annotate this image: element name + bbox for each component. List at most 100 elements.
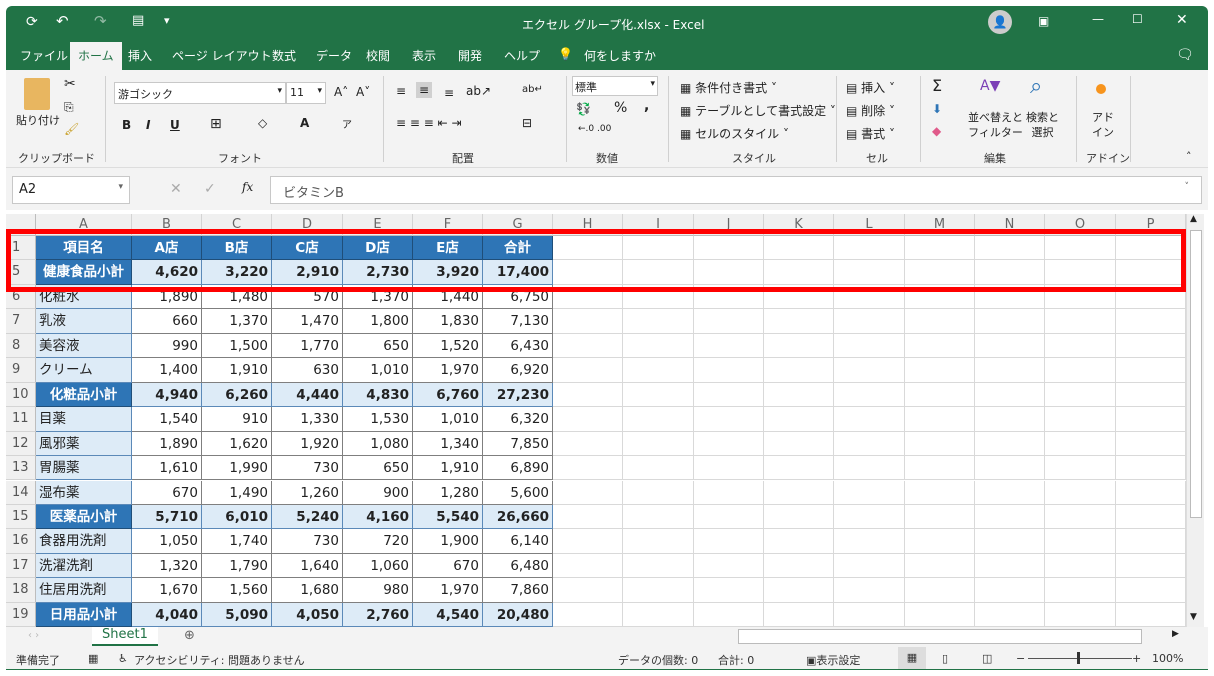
- empty-cell[interactable]: [1116, 382, 1186, 408]
- zoom-slider-thumb[interactable]: [1077, 652, 1080, 664]
- data-cell[interactable]: 1,970: [413, 578, 483, 603]
- empty-cell[interactable]: [553, 602, 623, 627]
- empty-cell[interactable]: [905, 309, 975, 334]
- normal-view-icon[interactable]: ▦: [898, 647, 926, 669]
- number-format-select[interactable]: 標準 ▾: [572, 76, 658, 96]
- empty-cell[interactable]: [623, 480, 694, 505]
- data-cell[interactable]: 1,500: [202, 333, 272, 359]
- data-cell[interactable]: 660: [132, 309, 202, 334]
- data-cell[interactable]: 1,370: [202, 309, 272, 334]
- sheet-tab-sheet1[interactable]: Sheet1: [92, 627, 158, 646]
- empty-cell[interactable]: [834, 553, 905, 579]
- empty-cell[interactable]: [975, 480, 1045, 505]
- accessibility-status[interactable]: アクセシビリティ: 問題ありません: [134, 652, 305, 668]
- empty-cell[interactable]: [975, 578, 1045, 603]
- percent-icon[interactable]: %: [614, 100, 627, 116]
- tab-formulas[interactable]: 数式: [272, 47, 296, 64]
- row-header[interactable]: 9: [6, 358, 36, 383]
- tab-developer[interactable]: 開発: [458, 47, 482, 64]
- empty-cell[interactable]: [975, 309, 1045, 334]
- row-header[interactable]: 15: [6, 504, 36, 530]
- empty-cell[interactable]: [623, 578, 694, 603]
- data-cell[interactable]: 1,900: [413, 529, 483, 554]
- data-cell[interactable]: 6,920: [483, 358, 553, 383]
- empty-cell[interactable]: [553, 431, 623, 457]
- format-painter-icon[interactable]: 🖌: [64, 122, 79, 136]
- empty-cell[interactable]: [623, 504, 694, 530]
- find-icon[interactable]: ⌕: [1030, 74, 1042, 99]
- empty-cell[interactable]: [834, 407, 905, 432]
- tab-data[interactable]: データ: [316, 47, 352, 64]
- empty-cell[interactable]: [694, 333, 764, 359]
- delete-cells-button[interactable]: ▤ 削除 ˅: [846, 102, 895, 119]
- empty-cell[interactable]: [553, 529, 623, 554]
- subtotal-label[interactable]: 日用品小計: [36, 602, 132, 627]
- empty-cell[interactable]: [1116, 309, 1186, 334]
- insert-function-button[interactable]: fx: [242, 180, 253, 194]
- empty-cell[interactable]: [1045, 309, 1116, 334]
- tab-review[interactable]: 校閲: [366, 47, 390, 64]
- data-cell[interactable]: 1,910: [413, 456, 483, 481]
- scroll-up-icon[interactable]: ▲: [1190, 214, 1197, 224]
- macro-record-icon[interactable]: ▦: [88, 652, 98, 665]
- data-cell[interactable]: 1,890: [132, 431, 202, 457]
- tab-insert[interactable]: 挿入: [128, 47, 152, 64]
- empty-cell[interactable]: [1116, 529, 1186, 554]
- empty-cell[interactable]: [764, 578, 834, 603]
- data-cell[interactable]: 1,330: [272, 407, 343, 432]
- subtotal-cell[interactable]: 6,260: [202, 382, 272, 408]
- empty-cell[interactable]: [905, 529, 975, 554]
- empty-cell[interactable]: [975, 382, 1045, 408]
- empty-cell[interactable]: [834, 578, 905, 603]
- data-cell[interactable]: 1,620: [202, 431, 272, 457]
- row-header[interactable]: 12: [6, 431, 36, 457]
- empty-cell[interactable]: [1045, 456, 1116, 481]
- minimize-icon[interactable]: —: [1092, 12, 1104, 26]
- horizontal-scrollbar[interactable]: [738, 629, 1142, 644]
- enter-icon[interactable]: ✓: [204, 181, 216, 197]
- data-cell[interactable]: 1,340: [413, 431, 483, 457]
- row-header[interactable]: 16: [6, 529, 36, 554]
- data-cell[interactable]: 1,540: [132, 407, 202, 432]
- empty-cell[interactable]: [694, 602, 764, 627]
- data-cell[interactable]: 720: [343, 529, 413, 554]
- empty-cell[interactable]: [553, 358, 623, 383]
- scroll-thumb[interactable]: [1190, 230, 1202, 518]
- empty-cell[interactable]: [694, 480, 764, 505]
- row-header[interactable]: 14: [6, 480, 36, 505]
- subtotal-cell[interactable]: 4,050: [272, 602, 343, 627]
- data-cell[interactable]: 1,610: [132, 456, 202, 481]
- empty-cell[interactable]: [905, 382, 975, 408]
- close-icon[interactable]: ✕: [1176, 12, 1188, 28]
- subtotal-cell[interactable]: 4,540: [413, 602, 483, 627]
- tab-home[interactable]: ホーム: [70, 42, 122, 70]
- empty-cell[interactable]: [834, 529, 905, 554]
- font-color-icon[interactable]: A: [300, 116, 309, 130]
- item-label[interactable]: 食器用洗剤: [36, 529, 132, 554]
- collapse-ribbon-icon[interactable]: ˄: [1186, 150, 1192, 163]
- data-cell[interactable]: 1,470: [272, 309, 343, 334]
- row-header[interactable]: 11: [6, 407, 36, 432]
- display-settings-button[interactable]: ▣表示設定: [806, 652, 860, 668]
- page-break-view-icon[interactable]: ◫: [982, 652, 992, 665]
- undo-icon[interactable]: ↶: [56, 12, 69, 30]
- empty-cell[interactable]: [764, 431, 834, 457]
- empty-cell[interactable]: [623, 431, 694, 457]
- subtotal-cell[interactable]: 27,230: [483, 382, 553, 408]
- decimal-icons[interactable]: ←.0 .00: [578, 124, 611, 134]
- account-avatar-icon[interactable]: 👤: [988, 10, 1012, 34]
- subtotal-cell[interactable]: 6,760: [413, 382, 483, 408]
- data-cell[interactable]: 1,260: [272, 480, 343, 505]
- empty-cell[interactable]: [764, 407, 834, 432]
- subtotal-cell[interactable]: 4,440: [272, 382, 343, 408]
- subtotal-cell[interactable]: 5,540: [413, 504, 483, 530]
- empty-cell[interactable]: [764, 553, 834, 579]
- empty-cell[interactable]: [694, 456, 764, 481]
- tab-page-layout[interactable]: ページ レイアウト: [172, 47, 272, 64]
- item-label[interactable]: 風邪薬: [36, 431, 132, 457]
- maximize-icon[interactable]: ☐: [1132, 12, 1143, 26]
- zoom-level[interactable]: 100%: [1152, 652, 1183, 665]
- align-middle-icon[interactable]: ≡: [416, 82, 433, 98]
- orientation-icon[interactable]: ab↗: [466, 84, 491, 98]
- customize-qat-icon[interactable]: ▾: [164, 14, 170, 27]
